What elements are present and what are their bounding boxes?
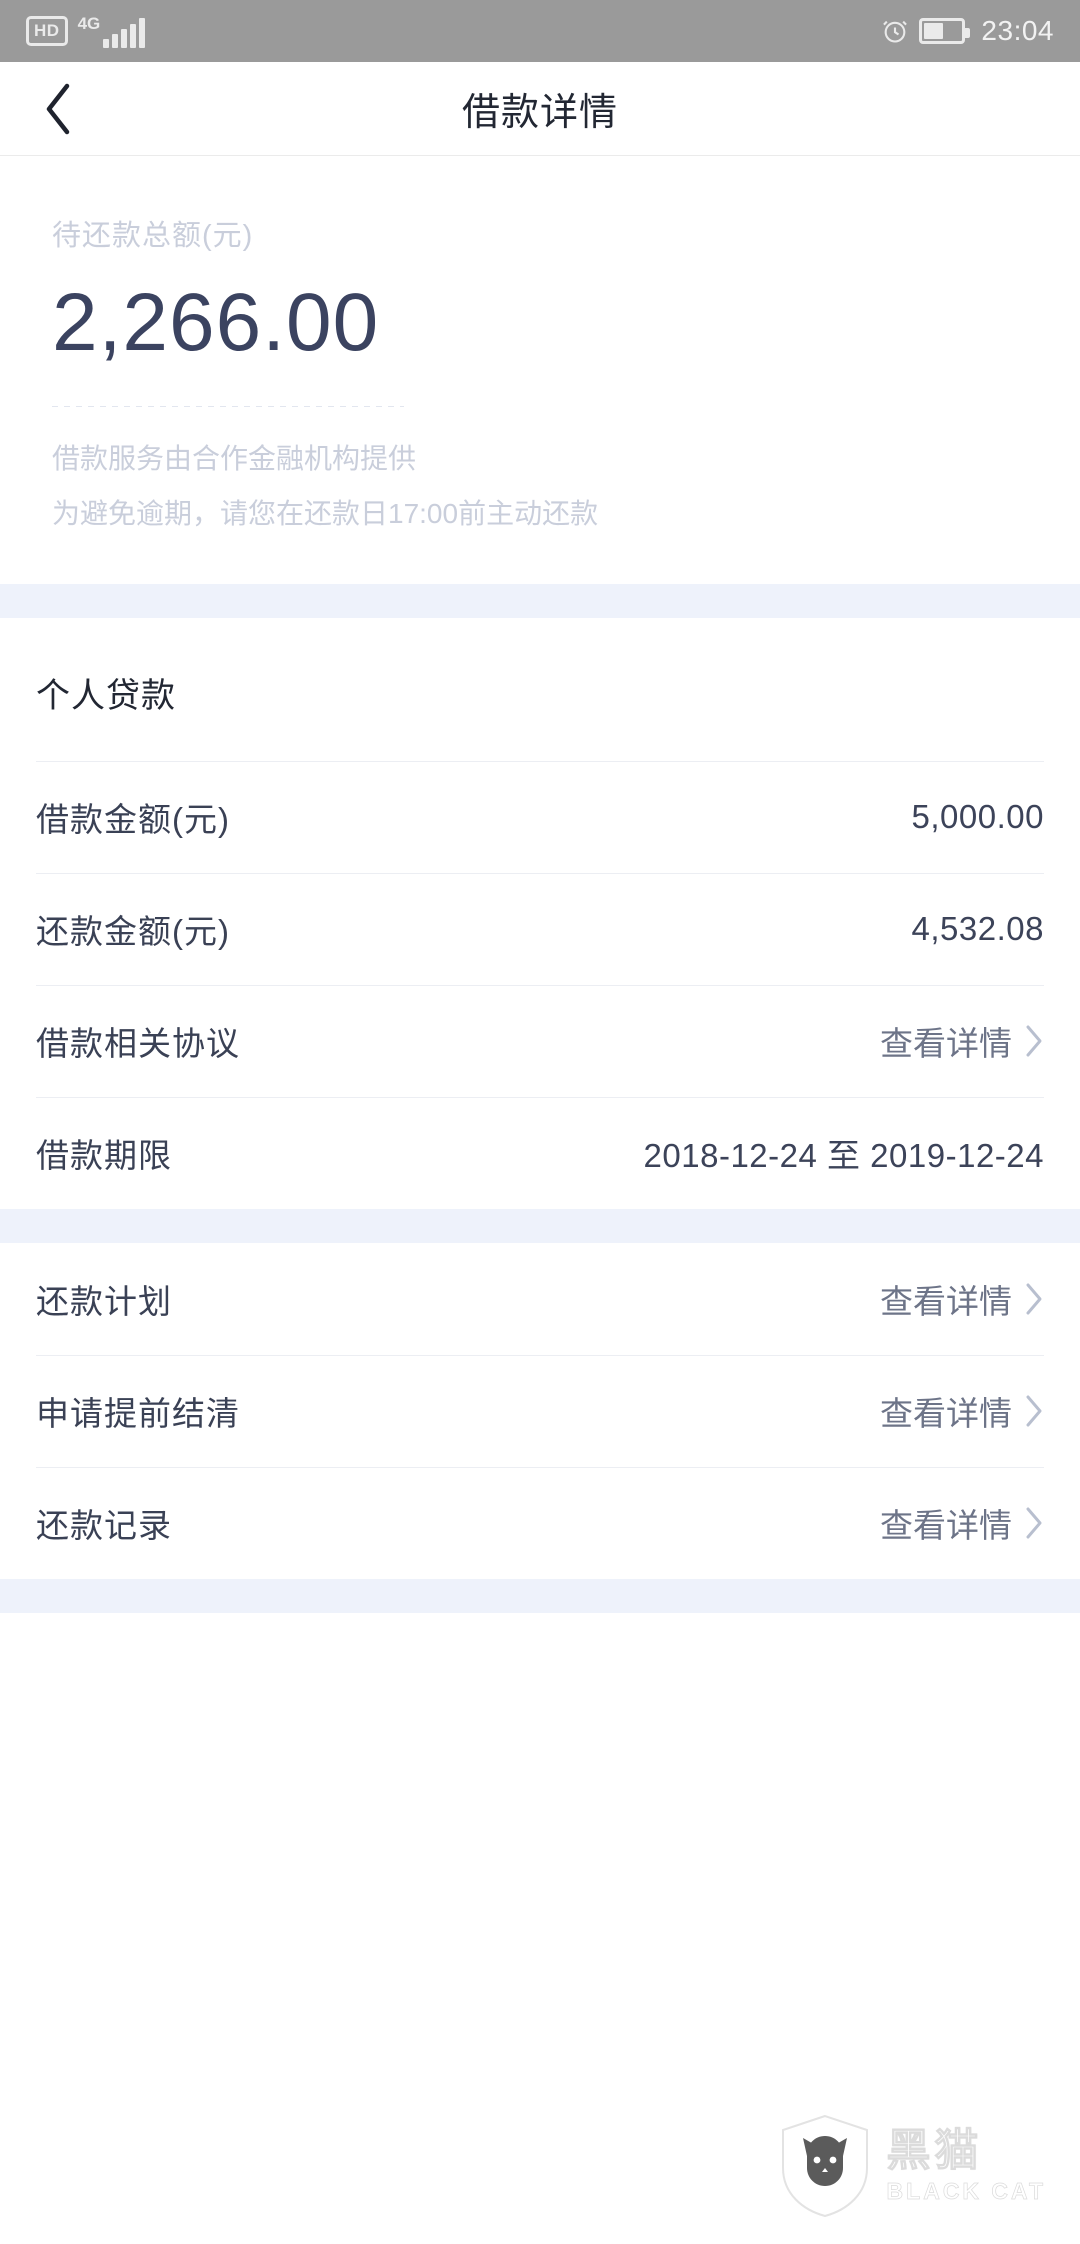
phone-screen: HD 4G 23:04 借款详情 待还款总额(元) 2,266.00 借款服务由… — [0, 0, 1080, 2244]
row-value: 4,532.08 — [911, 910, 1044, 948]
repayment-records-row[interactable]: 还款记录 查看详情 — [36, 1466, 1044, 1579]
loan-card: 个人贷款 借款金额(元) 5,000.00 还款金额(元) 4,532.08 借… — [0, 617, 1080, 1209]
section-divider-band — [0, 583, 1080, 618]
section-divider-band-2 — [0, 1208, 1080, 1243]
chevron-right-icon — [1026, 1507, 1042, 1539]
loan-card-title: 个人贷款 — [36, 676, 176, 715]
row-label: 还款计划 — [36, 1282, 172, 1320]
row-label: 借款期限 — [36, 1137, 172, 1175]
nav-bar: 借款详情 — [0, 62, 1080, 156]
watermark-cn-label: 黑猫 — [886, 2126, 983, 2175]
battery-icon — [919, 18, 971, 44]
row-label: 还款记录 — [36, 1507, 172, 1545]
view-details-link[interactable]: 查看详情 — [880, 1275, 1044, 1323]
watermark: 黑猫 BLACK CAT — [779, 2114, 1046, 2218]
row-value: 查看详情 — [880, 1395, 1012, 1433]
status-bar: HD 4G 23:04 — [0, 0, 1080, 62]
row-value: 查看详情 — [880, 1507, 1012, 1545]
chevron-right-icon — [1026, 1283, 1042, 1315]
alarm-clock-icon — [881, 17, 909, 45]
chevron-left-icon — [46, 83, 70, 134]
loan-agreements-row[interactable]: 借款相关协议 查看详情 — [36, 984, 1044, 1097]
hd-icon: HD — [26, 16, 68, 46]
network-signal-icon: 4G — [78, 15, 146, 48]
black-cat-shield-icon — [781, 2114, 868, 2218]
back-button[interactable] — [26, 77, 90, 141]
view-details-link[interactable]: 查看详情 — [880, 1387, 1044, 1435]
dashed-divider — [52, 406, 404, 408]
chevron-right-icon — [1026, 1025, 1042, 1057]
row-label: 借款金额(元) — [36, 801, 230, 839]
network-type-label: 4G — [77, 13, 101, 33]
row-value: 5,000.00 — [911, 798, 1044, 836]
watermark-en-label: BLACK CAT — [886, 2178, 1046, 2204]
row-label: 申请提前结清 — [36, 1395, 240, 1433]
actions-card: 还款计划 查看详情 申请提前结清 查看详情 还款记录 查看详情 — [0, 1242, 1080, 1579]
view-details-link[interactable]: 查看详情 — [880, 1499, 1044, 1547]
view-details-link[interactable]: 查看详情 — [880, 1017, 1044, 1065]
section-divider-band-3 — [0, 1578, 1080, 1613]
total-due-label: 待还款总额(元) — [52, 220, 254, 252]
row-value: 2018-12-24 至 2019-12-24 — [643, 1137, 1044, 1175]
status-bar-left: HD 4G — [26, 15, 146, 48]
summary-note-line-1: 借款服务由合作金融机构提供 — [52, 443, 417, 475]
table-row: 借款期限 2018-12-24 至 2019-12-24 — [36, 1096, 1044, 1209]
signal-bars-icon — [103, 17, 146, 48]
row-label: 借款相关协议 — [36, 1025, 240, 1063]
table-row: 借款金额(元) 5,000.00 — [36, 760, 1044, 873]
repayment-plan-row[interactable]: 还款计划 查看详情 — [36, 1243, 1044, 1355]
summary-panel: 待还款总额(元) 2,266.00 借款服务由合作金融机构提供 为避免逾期，请您… — [0, 156, 1080, 584]
total-due-amount: 2,266.00 — [52, 277, 380, 368]
table-row: 还款金额(元) 4,532.08 — [36, 872, 1044, 985]
row-value: 查看详情 — [880, 1025, 1012, 1063]
early-settlement-row[interactable]: 申请提前结清 查看详情 — [36, 1354, 1044, 1467]
summary-note-line-2: 为避免逾期，请您在还款日17:00前主动还款 — [52, 498, 599, 530]
summary-notes: 借款服务由合作金融机构提供 为避免逾期，请您在还款日17:00前主动还款 — [52, 437, 1028, 536]
chevron-right-icon — [1026, 1395, 1042, 1427]
row-value: 查看详情 — [880, 1282, 1012, 1320]
watermark-text: 黑猫 BLACK CAT — [886, 2126, 1046, 2204]
page-title: 借款详情 — [461, 92, 618, 134]
row-label: 还款金额(元) — [36, 913, 230, 951]
status-bar-right: 23:04 — [881, 15, 1054, 47]
clock-label: 23:04 — [981, 15, 1054, 46]
